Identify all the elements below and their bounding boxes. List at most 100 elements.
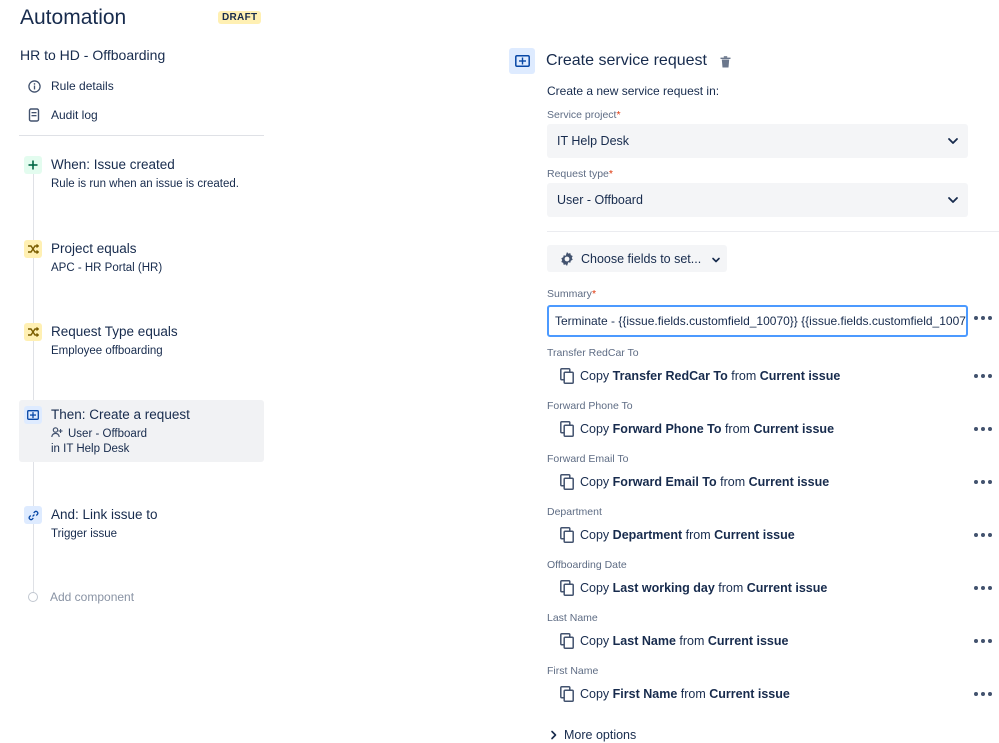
copy-icon [560, 686, 574, 702]
copy-field-label: Forward Phone To [547, 400, 633, 412]
chevron-right-icon [551, 730, 557, 740]
copy-field-row[interactable]: Copy Forward Phone To from Current issue [560, 421, 834, 437]
copy-field-row[interactable]: Copy First Name from Current issue [560, 686, 790, 702]
page-title: Automation [20, 6, 127, 29]
chevron-down-icon [946, 134, 960, 148]
step-title: Request Type equals [51, 324, 178, 339]
condition-step-project[interactable]: Project equals APC - HR Portal (HR) [19, 240, 264, 280]
summary-label: Summary* [547, 288, 597, 300]
step-title: Then: Create a request [51, 407, 190, 422]
copy-field-source: Current issue [714, 528, 795, 542]
copy-field-row[interactable]: Copy Department from Current issue [560, 527, 795, 543]
shuffle-icon [24, 323, 42, 341]
copy-field-source: Current issue [709, 687, 790, 701]
divider [19, 135, 264, 136]
rule-details-label: Rule details [51, 79, 114, 93]
step-title: Project equals [51, 241, 137, 256]
panel-title: Create service request [546, 52, 707, 69]
service-project-value: IT Help Desk [557, 134, 630, 148]
more-actions-icon[interactable] [974, 690, 992, 698]
request-icon [24, 406, 42, 424]
copy-field-source: Current issue [753, 422, 835, 436]
link-icon [24, 506, 42, 524]
copy-field-label: Offboarding Date [547, 559, 627, 571]
copy-icon [560, 368, 574, 384]
copy-icon [560, 421, 574, 437]
copy-field-name: Forward Phone To [612, 422, 722, 436]
copy-field-name: Transfer RedCar To [612, 369, 728, 383]
summary-input[interactable]: Terminate - {{issue.fields.customfield_1… [547, 305, 968, 337]
chevron-down-icon [711, 254, 721, 264]
request-type-value: User - Offboard [557, 193, 643, 207]
action-step-link-issue[interactable]: And: Link issue to Trigger issue [19, 506, 264, 546]
more-actions-icon[interactable] [974, 314, 992, 322]
step-subtitle: User - Offboard [51, 427, 147, 441]
panel-description: Create a new service request in: [547, 84, 720, 98]
more-actions-icon[interactable] [974, 531, 992, 539]
document-icon [27, 108, 41, 122]
condition-step-request-type[interactable]: Request Type equals Employee offboarding [19, 323, 264, 363]
copy-field-label: Transfer RedCar To [547, 347, 639, 359]
info-icon [27, 79, 41, 93]
more-actions-icon[interactable] [974, 584, 992, 592]
service-project-select[interactable]: IT Help Desk [547, 124, 968, 158]
divider [547, 231, 999, 232]
audit-log-link[interactable]: Audit log [27, 108, 98, 122]
trash-icon[interactable] [720, 55, 732, 68]
copy-field-label: Department [547, 506, 602, 518]
copy-field-name: First Name [612, 687, 678, 701]
copy-field-source: Current issue [759, 369, 841, 383]
step-subtitle: APC - HR Portal (HR) [51, 262, 163, 274]
more-options-label: More options [564, 728, 637, 742]
add-component-label: Add component [50, 590, 135, 604]
plus-icon [24, 156, 42, 174]
request-type-label: Request type* [547, 168, 613, 180]
rule-details-link[interactable]: Rule details [27, 79, 114, 93]
choose-fields-label: Choose fields to set... [581, 251, 702, 266]
more-actions-icon[interactable] [974, 425, 992, 433]
copy-field-row[interactable]: Copy Transfer RedCar To from Current iss… [560, 368, 840, 384]
shuffle-icon [24, 240, 42, 258]
copy-field-name: Last Name [612, 634, 676, 648]
add-component-button[interactable]: Add component [28, 590, 134, 604]
more-options-toggle[interactable]: More options [550, 728, 636, 742]
step-subtitle: Trigger issue [51, 528, 118, 540]
copy-icon [560, 527, 574, 543]
trigger-step[interactable]: When: Issue created Rule is run when an … [19, 156, 264, 196]
service-project-label: Service project* [547, 109, 621, 121]
copy-field-label: Last Name [547, 612, 598, 624]
copy-icon [560, 474, 574, 490]
copy-icon [560, 580, 574, 596]
choose-fields-button[interactable]: Choose fields to set... [547, 245, 727, 272]
copy-field-label: First Name [547, 665, 599, 677]
copy-field-name: Department [612, 528, 683, 542]
copy-field-source: Current issue [746, 581, 828, 595]
circle-icon [28, 592, 38, 602]
copy-field-row[interactable]: Copy Forward Email To from Current issue [560, 474, 829, 490]
gear-icon [559, 251, 575, 267]
copy-field-source: Current issue [707, 634, 789, 648]
step-subtitle: Rule is run when an issue is created. [51, 178, 239, 190]
step-subtitle-project: in IT Help Desk [51, 443, 130, 455]
copy-field-row[interactable]: Copy Last working day from Current issue [560, 580, 827, 596]
step-title: And: Link issue to [51, 507, 158, 522]
copy-field-source: Current issue [748, 475, 830, 489]
request-icon [509, 48, 535, 74]
request-type-select[interactable]: User - Offboard [547, 183, 968, 217]
more-actions-icon[interactable] [974, 478, 992, 486]
chevron-down-icon [946, 193, 960, 207]
copy-field-name: Last working day [612, 581, 715, 595]
more-actions-icon[interactable] [974, 637, 992, 645]
step-title: When: Issue created [51, 157, 175, 172]
step-subtitle: Employee offboarding [51, 345, 163, 357]
draft-badge: DRAFT [218, 11, 262, 24]
user-add-icon [51, 427, 63, 441]
more-actions-icon[interactable] [974, 372, 992, 380]
copy-field-name: Forward Email To [612, 475, 717, 489]
copy-field-label: Forward Email To [547, 453, 629, 465]
rule-name: HR to HD - Offboarding [20, 47, 166, 63]
copy-icon [560, 633, 574, 649]
audit-log-label: Audit log [51, 108, 98, 122]
copy-field-row[interactable]: Copy Last Name from Current issue [560, 633, 788, 649]
action-step-create-request[interactable]: Then: Create a request User - Offboard i… [19, 400, 264, 462]
